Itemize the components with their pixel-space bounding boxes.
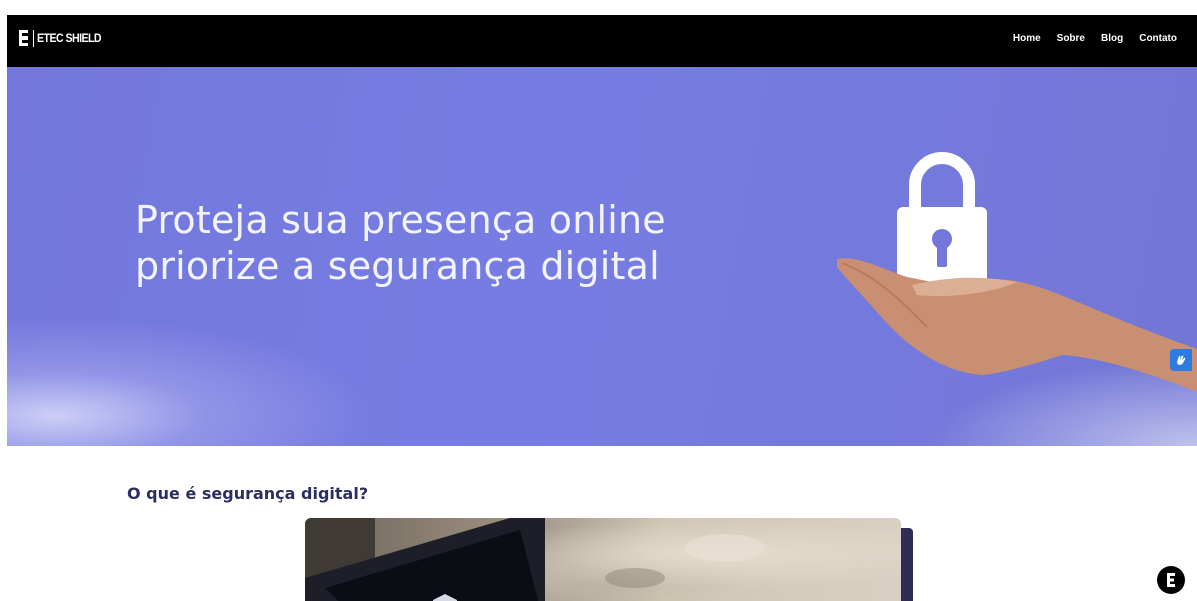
hero-heading-line-1: Proteja sua presença online bbox=[135, 198, 666, 242]
section-title: O que é segurança digital? bbox=[127, 484, 369, 503]
browser-viewport: ETEC SHIELD Home Sobre Blog Contato Prot… bbox=[7, 15, 1197, 601]
brand-logo[interactable]: ETEC SHIELD bbox=[18, 29, 110, 47]
e-logo-icon bbox=[19, 30, 28, 46]
nav-link-blog[interactable]: Blog bbox=[1101, 33, 1123, 44]
chat-button[interactable] bbox=[1157, 566, 1185, 594]
laptop-illustration bbox=[305, 518, 765, 601]
nav-link-contato[interactable]: Contato bbox=[1139, 33, 1177, 44]
nav-link-sobre[interactable]: Sobre bbox=[1057, 33, 1085, 44]
sign-language-icon bbox=[1177, 355, 1186, 365]
logo-divider bbox=[33, 29, 34, 47]
laptop-photo bbox=[305, 518, 901, 601]
e-logo-icon bbox=[1167, 573, 1175, 587]
top-navbar: ETEC SHIELD Home Sobre Blog Contato bbox=[7, 15, 1197, 67]
accessibility-button[interactable] bbox=[1170, 349, 1192, 371]
hero-heading: Proteja sua presença online priorize a s… bbox=[135, 197, 666, 289]
hero-banner: Proteja sua presença online priorize a s… bbox=[7, 67, 1197, 446]
main-navigation: Home Sobre Blog Contato bbox=[1013, 33, 1177, 44]
lock-on-hand-icon bbox=[837, 152, 1197, 392]
hero-heading-line-2: priorize a segurança digital bbox=[135, 244, 660, 288]
nav-link-home[interactable]: Home bbox=[1013, 33, 1041, 44]
brand-name: ETEC SHIELD bbox=[37, 31, 102, 45]
